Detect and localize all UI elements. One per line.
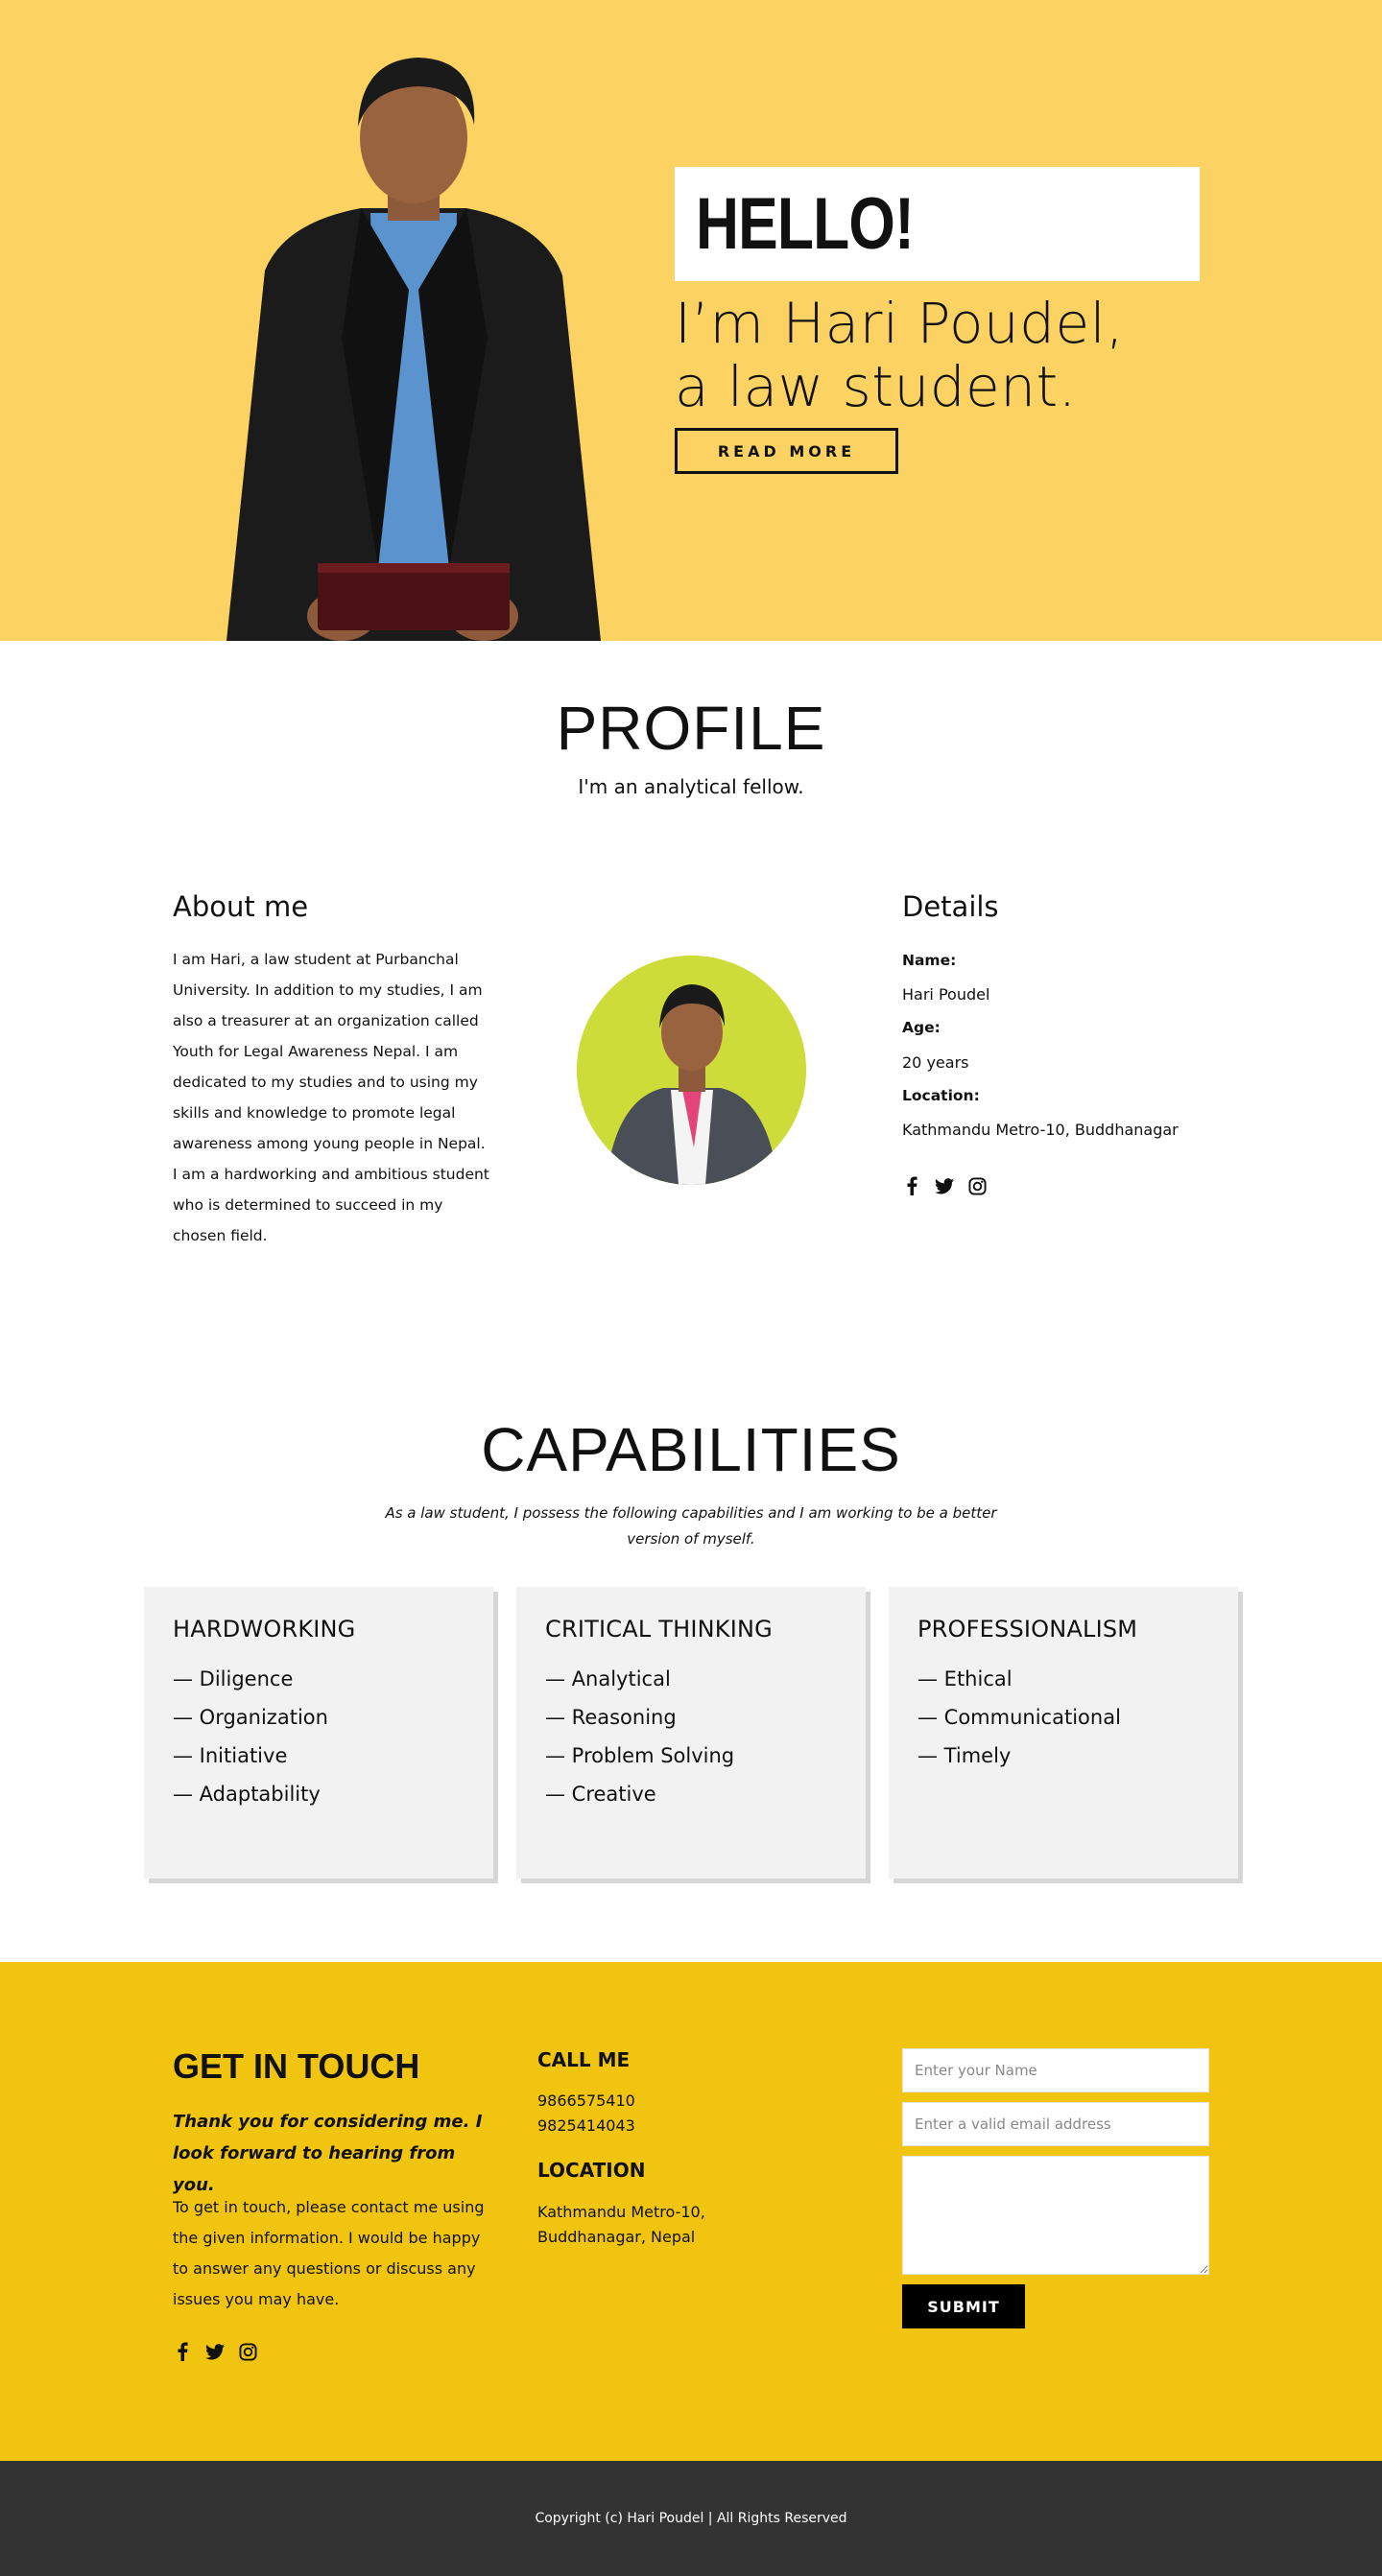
about-title: About me (173, 890, 309, 923)
capabilities-title: CAPABILITIES (481, 1415, 901, 1484)
capability-item: — Timely (917, 1744, 1012, 1767)
page: HELLO! I’m Hari Poudel, a law student. R… (0, 0, 1382, 2576)
about-text: I am Hari, a law student at Purbanchal U… (173, 951, 489, 1244)
hero-portrait-photo (226, 58, 601, 641)
facebook-icon[interactable] (173, 2342, 192, 2361)
hello-box: HELLO! (675, 167, 1200, 281)
details-list: Name: Hari Poudel Age: 20 years Location… (902, 944, 1228, 1146)
avatar (577, 956, 806, 1185)
copyright-text: Copyright (c) Hari Poudel | All Rights R… (535, 2511, 847, 2526)
capability-card-title: CRITICAL THINKING (545, 1616, 773, 1642)
details-title: Details (902, 890, 999, 923)
contact-title: GET IN TOUCH (173, 2046, 420, 2086)
instagram-icon[interactable] (967, 1176, 987, 1195)
details-social-links (902, 1176, 987, 1195)
address-line: Kathmandu Metro-10, (537, 2203, 705, 2221)
capability-list: — Ethical — Communicational — Timely (917, 1660, 1209, 1775)
capability-item: — Creative (545, 1783, 656, 1806)
avatar-photo (577, 956, 806, 1185)
phone-numbers: 9866575410 9825414043 (537, 2089, 635, 2139)
intro-heading: I’m Hari Poudel, a law student. (675, 292, 1270, 418)
submit-button[interactable]: SUBMIT (902, 2284, 1025, 2328)
name-value: Hari Poudel (902, 985, 990, 1004)
capability-card-critical-thinking: CRITICAL THINKING — Analytical — Reasoni… (516, 1587, 866, 1879)
contact-social-links (173, 2342, 257, 2361)
capability-list: — Diligence — Organization — Initiative … (173, 1660, 465, 1813)
message-textarea[interactable] (902, 2156, 1209, 2275)
intro-line-1: I’m Hari Poudel, (675, 291, 1125, 356)
capability-item: — Adaptability (173, 1783, 321, 1806)
twitter-icon[interactable] (935, 1176, 954, 1195)
footer: Copyright (c) Hari Poudel | All Rights R… (0, 2461, 1382, 2576)
location-title: LOCATION (537, 2159, 646, 2182)
capability-item: — Organization (173, 1706, 328, 1729)
phone-number: 9825414043 (537, 2116, 635, 2135)
capability-item: — Initiative (173, 1744, 288, 1767)
profile-subtitle: I'm an analytical fellow. (578, 775, 804, 798)
read-more-button[interactable]: READ MORE (675, 428, 898, 474)
location-value: Kathmandu Metro-10, Buddhanagar (902, 1121, 1179, 1140)
capabilities-subtitle: As a law student, I possess the followin… (385, 1504, 997, 1548)
capability-item: — Diligence (173, 1667, 294, 1690)
capability-list: — Analytical — Reasoning — Problem Solvi… (545, 1660, 837, 1813)
instagram-icon[interactable] (238, 2342, 257, 2361)
call-me-title: CALL ME (537, 2048, 631, 2071)
contact-section: GET IN TOUCH Thank you for considering m… (0, 1962, 1382, 2461)
facebook-icon[interactable] (902, 1176, 921, 1195)
hello-heading: HELLO! (696, 183, 915, 265)
twitter-icon[interactable] (205, 2342, 225, 2361)
location-label: Location: (902, 1086, 980, 1104)
contact-lead: Thank you for considering me. I look for… (173, 2112, 483, 2195)
hero-section: HELLO! I’m Hari Poudel, a law student. R… (0, 0, 1382, 641)
location-address: Kathmandu Metro-10, Buddhanagar, Nepal (537, 2200, 787, 2250)
capability-card-hardworking: HARDWORKING — Diligence — Organization —… (144, 1587, 493, 1879)
contact-text: To get in touch, please contact me using… (173, 2198, 485, 2308)
capability-item: — Problem Solving (545, 1744, 735, 1767)
profile-title: PROFILE (556, 694, 826, 763)
capability-card-title: PROFESSIONALISM (917, 1616, 1138, 1642)
email-input[interactable] (902, 2102, 1209, 2146)
age-label: Age: (902, 1019, 941, 1037)
intro-line-2: a law student. (675, 354, 1077, 419)
capability-card-title: HARDWORKING (173, 1616, 356, 1642)
capability-item: — Reasoning (545, 1706, 677, 1729)
capability-item: — Communicational (917, 1706, 1121, 1729)
age-value: 20 years (902, 1052, 969, 1072)
address-line: Buddhanagar, Nepal (537, 2228, 696, 2246)
capability-item: — Analytical (545, 1667, 671, 1690)
capability-card-professionalism: PROFESSIONALISM — Ethical — Communicatio… (889, 1587, 1238, 1879)
name-input[interactable] (902, 2048, 1209, 2092)
phone-number: 9866575410 (537, 2092, 635, 2110)
capability-item: — Ethical (917, 1667, 1013, 1690)
name-label: Name: (902, 952, 957, 969)
